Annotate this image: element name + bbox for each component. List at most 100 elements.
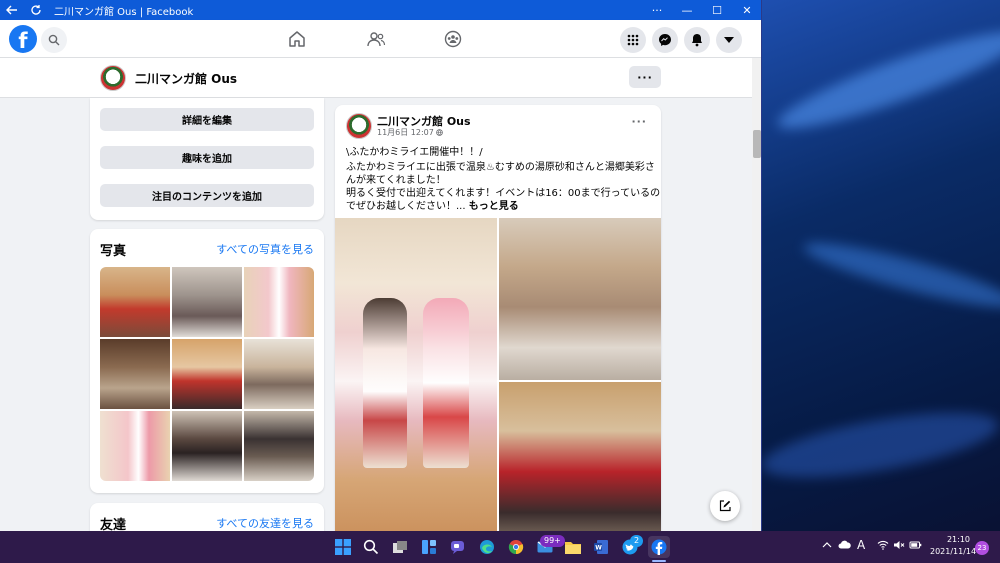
system-clock[interactable]: 21:10 2021/11/14 (930, 534, 976, 558)
see-all-photos-link[interactable]: すべての写真を見る (216, 241, 314, 257)
more-options-button[interactable]: ··· (642, 0, 672, 20)
scrollbar-track[interactable] (752, 58, 761, 531)
post-text-last-line: でぜひお越しください！... もっと見る (346, 200, 519, 213)
page-more-button[interactable]: ··· (629, 66, 661, 88)
groups-icon (444, 30, 462, 48)
twitter-badge: 2 (630, 535, 644, 547)
menu-button[interactable] (620, 27, 646, 53)
photos-card: 写真 すべての写真を見る (90, 229, 324, 493)
wallpaper-streak (757, 399, 1000, 491)
search-button[interactable] (41, 27, 67, 53)
facebook-app-window: 二川マンガ館 Ous | Facebook ··· — ☐ ✕ f 二川マンガ館… (0, 0, 762, 531)
photo-thumbnail[interactable] (100, 339, 170, 409)
home-tab[interactable] (285, 28, 309, 50)
volume-muted-icon[interactable] (893, 540, 905, 553)
taskbar: 99+ W 2 A 21:10 2021/11/14 23 (0, 531, 1000, 563)
scrollbar-thumb[interactable] (753, 130, 761, 158)
add-hobbies-button[interactable]: 趣味を追加 (100, 146, 314, 169)
photo-thumbnail[interactable] (172, 339, 242, 409)
page-header-bar: 二川マンガ館 Ous ··· (0, 58, 752, 98)
facebook-taskbar-button[interactable] (648, 536, 670, 558)
photo-thumbnail[interactable] (244, 411, 314, 481)
notification-count-badge[interactable]: 23 (975, 541, 989, 555)
friends-title: 友達 (100, 518, 127, 531)
character-standee (423, 298, 469, 468)
add-featured-button[interactable]: 注目のコンテンツを追加 (100, 184, 314, 207)
see-more-link[interactable]: もっと見る (469, 201, 519, 212)
post-author-avatar[interactable] (346, 113, 372, 139)
messenger-icon (659, 34, 671, 46)
facebook-logo-icon[interactable]: f (9, 25, 37, 53)
wifi-icon[interactable] (877, 540, 889, 553)
see-all-friends-link[interactable]: すべての友達を見る (216, 515, 314, 531)
ime-indicator[interactable]: A (857, 538, 865, 552)
photo-thumbnail[interactable] (244, 267, 314, 337)
file-explorer-button[interactable] (562, 536, 584, 558)
title-bar: 二川マンガ館 Ous | Facebook ··· — ☐ ✕ (0, 0, 761, 20)
edge-icon (480, 540, 494, 554)
clock-time: 21:10 (946, 535, 970, 544)
active-app-indicator (652, 560, 666, 562)
photo-thumbnail[interactable] (244, 339, 314, 409)
friends-icon (367, 32, 386, 47)
back-arrow-icon[interactable] (0, 0, 24, 20)
new-message-button[interactable] (710, 491, 740, 521)
maximize-button[interactable]: ☐ (702, 0, 732, 20)
word-button[interactable]: W (590, 536, 612, 558)
photo-thumbnail[interactable] (172, 267, 242, 337)
search-icon (363, 539, 379, 555)
wallpaper-streak (799, 232, 1000, 318)
post-date[interactable]: 11月6日 12:07 (377, 128, 434, 137)
windows-logo-icon (335, 539, 351, 555)
word-icon: W (594, 540, 608, 554)
post-timestamp[interactable]: 11月6日 12:07 (377, 127, 444, 138)
notifications-button[interactable] (684, 27, 710, 53)
post-text-line: でぜひお越しください！... (346, 201, 469, 212)
facebook-top-nav: f (0, 20, 761, 58)
messenger-button[interactable] (652, 27, 678, 53)
photo-thumbnail[interactable] (172, 411, 242, 481)
refresh-icon[interactable] (24, 0, 48, 20)
friends-tab[interactable] (364, 28, 388, 50)
edit-details-button[interactable]: 詳細を編集 (100, 108, 314, 131)
page-name[interactable]: 二川マンガ館 Ous (135, 70, 237, 87)
post-card: 二川マンガ館 Ous 11月6日 12:07 ··· \ふたかわミライエ開催中！… (335, 105, 661, 531)
photo-thumbnail[interactable] (100, 267, 170, 337)
battery-icon[interactable] (909, 540, 922, 553)
bell-icon (692, 34, 702, 47)
chrome-button[interactable] (505, 536, 527, 558)
character-standee (363, 298, 407, 468)
folder-icon (565, 542, 581, 554)
taskbar-search-button[interactable] (360, 536, 382, 558)
groups-tab[interactable] (441, 28, 465, 50)
start-button[interactable] (332, 536, 354, 558)
cloud-icon[interactable] (838, 540, 851, 552)
task-view-button[interactable] (389, 536, 411, 558)
edge-button[interactable] (476, 536, 498, 558)
post-text-line: ふたかわミライエに出張で温泉♨むすめの湯原砂和さんと湯郷美彩さ (346, 162, 655, 173)
tray-overflow-chevron-icon[interactable] (822, 540, 832, 551)
compose-icon (719, 500, 731, 512)
grid-menu-icon (627, 34, 639, 46)
photos-title: 写真 (100, 244, 127, 259)
task-view-icon (393, 541, 407, 553)
minimize-button[interactable]: — (672, 0, 702, 20)
chrome-icon (508, 540, 524, 555)
globe-icon (436, 128, 444, 137)
home-icon (289, 31, 305, 47)
wallpaper-streak (770, 16, 1000, 144)
search-icon (48, 34, 60, 46)
account-button[interactable] (716, 27, 742, 53)
post-photo-main[interactable] (335, 218, 497, 531)
caret-down-icon (724, 37, 734, 43)
close-button[interactable]: ✕ (732, 0, 761, 20)
post-more-button[interactable]: ··· (631, 115, 647, 128)
widgets-button[interactable] (418, 536, 440, 558)
post-photo-visitors[interactable] (499, 382, 661, 531)
page-avatar[interactable] (100, 65, 126, 91)
chat-icon (451, 541, 464, 554)
svg-text:W: W (595, 545, 602, 552)
post-photo-reception[interactable] (499, 218, 661, 380)
photo-thumbnail[interactable] (100, 411, 170, 481)
teams-chat-button[interactable] (447, 536, 469, 558)
